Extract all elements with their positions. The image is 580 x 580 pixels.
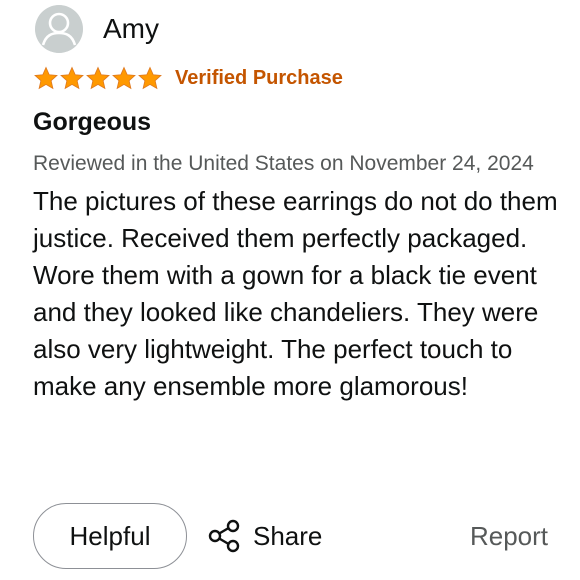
person-silhouette-icon	[35, 5, 83, 53]
share-button[interactable]: Share	[207, 519, 322, 553]
reviewer-profile[interactable]: Amy	[35, 0, 580, 58]
review-date: Reviewed in the United States on Novembe…	[33, 152, 534, 175]
review-card: Amy Verified Purchase Gorgeous Reviewed …	[0, 0, 580, 580]
star-icon	[111, 66, 137, 91]
reviewer-name: Amy	[103, 13, 159, 44]
star-icon	[33, 66, 59, 91]
share-label: Share	[253, 520, 323, 551]
star-icon	[59, 66, 85, 91]
review-body: The pictures of these earrings do not do…	[33, 186, 558, 401]
star-rating[interactable]	[33, 66, 163, 91]
star-icon	[137, 66, 163, 91]
verified-purchase-badge: Verified Purchase	[175, 66, 343, 89]
review-title: Gorgeous	[33, 108, 152, 136]
rating-row: Verified Purchase	[33, 64, 580, 92]
report-link[interactable]: Report	[470, 521, 548, 552]
share-icon	[207, 519, 241, 553]
review-actions: Helpful Share Report	[33, 503, 548, 569]
star-icon	[85, 66, 111, 91]
helpful-button[interactable]: Helpful	[33, 503, 187, 569]
